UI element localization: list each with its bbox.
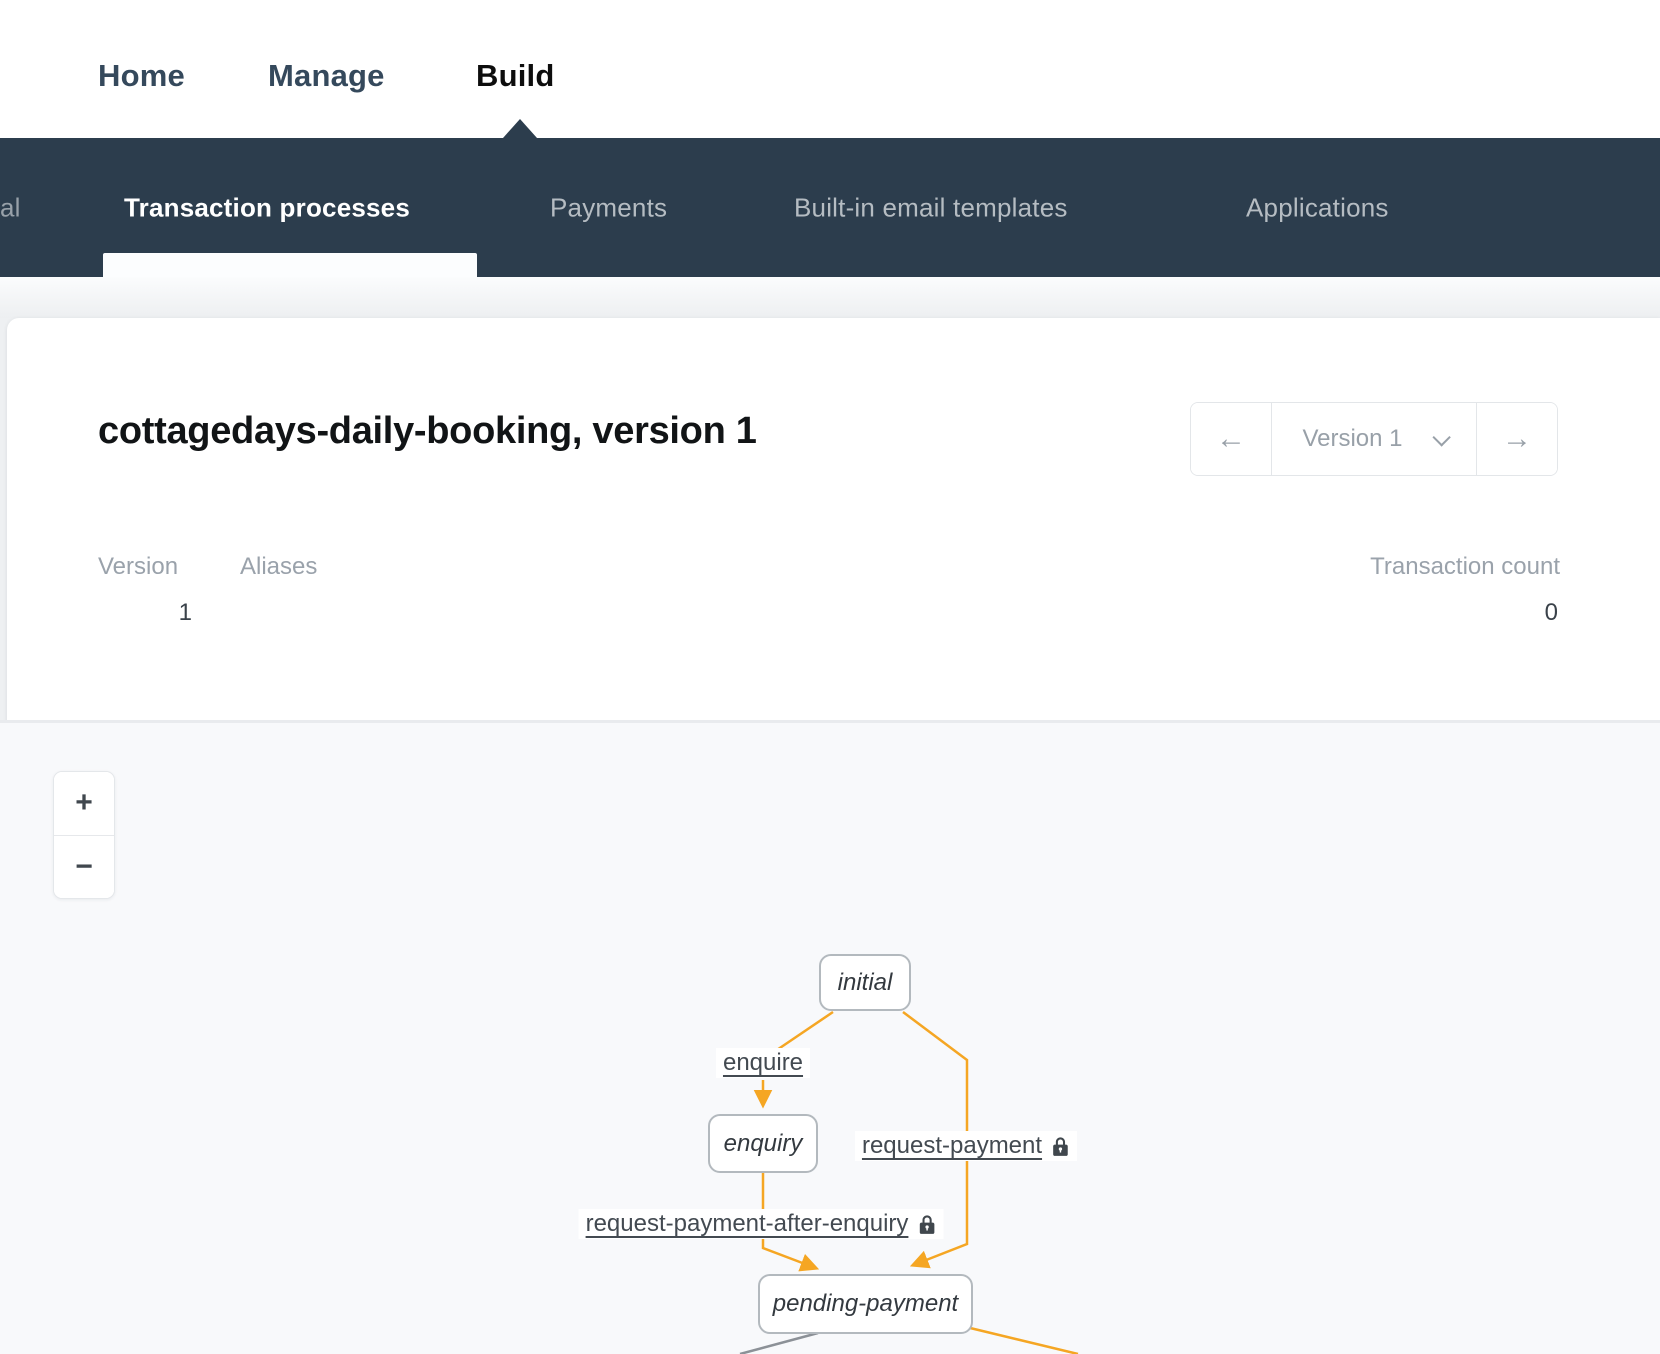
edge-label-text: enquire (723, 1049, 803, 1077)
stat-value-transaction-count: 0 (1438, 599, 1558, 627)
active-tab-indicator (103, 253, 477, 279)
zoom-in-button[interactable]: + (54, 772, 114, 836)
edge-label-text: request-payment-after-enquiry (586, 1210, 909, 1238)
edge-label-enquire[interactable]: enquire (716, 1048, 810, 1078)
previous-version-button[interactable]: ← (1191, 403, 1271, 475)
nav-item-build[interactable]: Build (476, 58, 555, 94)
lock-icon (917, 1214, 936, 1235)
stat-header-aliases: Aliases (240, 553, 317, 581)
header-strip (0, 277, 1660, 318)
top-header: Home Manage Build (0, 0, 1660, 138)
tab-general-truncated[interactable]: al (0, 192, 21, 223)
next-version-button[interactable]: → (1477, 403, 1557, 475)
tab-payments[interactable]: Payments (550, 192, 667, 223)
sub-nav-tab-bar: al Transaction processes Payments Built-… (0, 138, 1660, 277)
version-dropdown[interactable]: Version 1 (1271, 403, 1477, 475)
flow-node-initial[interactable]: initial (819, 954, 911, 1011)
edge-label-text: request-payment (862, 1132, 1042, 1160)
stat-value-version: 1 (98, 599, 192, 627)
zoom-out-button[interactable]: − (54, 836, 114, 899)
tab-built-in-email-templates[interactable]: Built-in email templates (794, 192, 1068, 223)
version-selector: ← Version 1 → (1190, 402, 1558, 476)
page-title: cottagedays-daily-booking, version 1 (98, 410, 757, 453)
nav-item-home[interactable]: Home (98, 58, 185, 94)
tab-applications[interactable]: Applications (1246, 192, 1389, 223)
nav-item-manage[interactable]: Manage (268, 58, 385, 94)
chevron-down-icon (1432, 428, 1450, 446)
page: Home Manage Build al Transaction process… (0, 0, 1660, 1354)
edge-label-request-payment[interactable]: request-payment (855, 1131, 1077, 1161)
stat-header-transaction-count: Transaction count (1370, 553, 1560, 581)
zoom-control: + − (53, 771, 115, 899)
stat-header-version: Version (98, 553, 178, 581)
edge-label-request-payment-after-enquiry[interactable]: request-payment-after-enquiry (579, 1209, 944, 1239)
tab-transaction-processes[interactable]: Transaction processes (124, 192, 410, 223)
flow-node-enquiry[interactable]: enquiry (708, 1114, 818, 1173)
flow-node-pending-payment[interactable]: pending-payment (758, 1274, 973, 1334)
process-card (7, 318, 1660, 722)
version-dropdown-value: Version 1 (1302, 425, 1402, 453)
lock-icon (1051, 1136, 1070, 1157)
build-tab-pointer (503, 119, 537, 138)
flowchart-edges (0, 720, 1660, 1354)
